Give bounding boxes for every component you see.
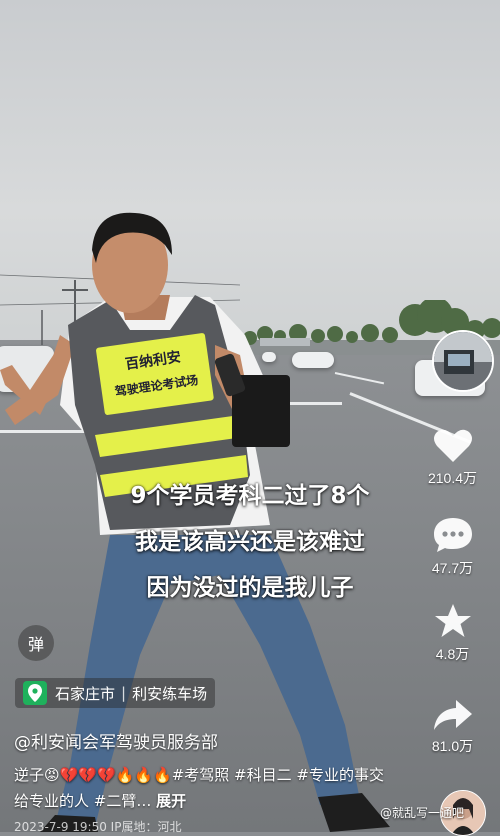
comment-action[interactable]: 47.7万	[405, 516, 500, 578]
map-pin-icon	[23, 681, 47, 705]
share-action[interactable]: 81.0万	[405, 698, 500, 756]
expand-description-button[interactable]: 展开	[156, 792, 186, 810]
favorite-action[interactable]: 4.8万	[405, 602, 500, 664]
location-separator: |	[121, 684, 127, 702]
star-icon	[434, 604, 471, 637]
author-handle[interactable]: @利安闻会军驾驶员服务部	[14, 728, 218, 753]
location-place: 利安练车场	[132, 684, 208, 703]
video-description: 逆子😡💔💔💔🔥🔥🔥#考驾照 #科目二 #专业的事交给专业的人 #二臂… 展开	[14, 762, 394, 814]
comment-icon	[433, 518, 472, 552]
share-count: 81.0万	[431, 738, 474, 754]
like-action[interactable]: 210.4万	[405, 428, 500, 488]
danmu-toggle-button[interactable]: 弹	[18, 625, 54, 661]
watermark-text: @就乱写一通吧	[380, 806, 465, 820]
post-meta: 2023-7-9 19:50 IP属地：河北	[14, 820, 182, 834]
location-city: 石家庄市	[55, 684, 116, 703]
like-count: 210.4万	[427, 470, 478, 486]
comment-count: 47.7万	[431, 560, 474, 576]
description-text: 逆子😡💔💔💔🔥🔥🔥#考驾照 #科目二 #专业的事交给专业的人 #二臂…	[14, 766, 384, 810]
share-arrow-icon	[433, 700, 472, 730]
heart-icon	[433, 429, 472, 462]
favorite-count: 4.8万	[435, 646, 470, 662]
location-tag[interactable]: 石家庄市 | 利安练车场	[15, 678, 216, 708]
creator-avatar[interactable]	[432, 330, 494, 392]
